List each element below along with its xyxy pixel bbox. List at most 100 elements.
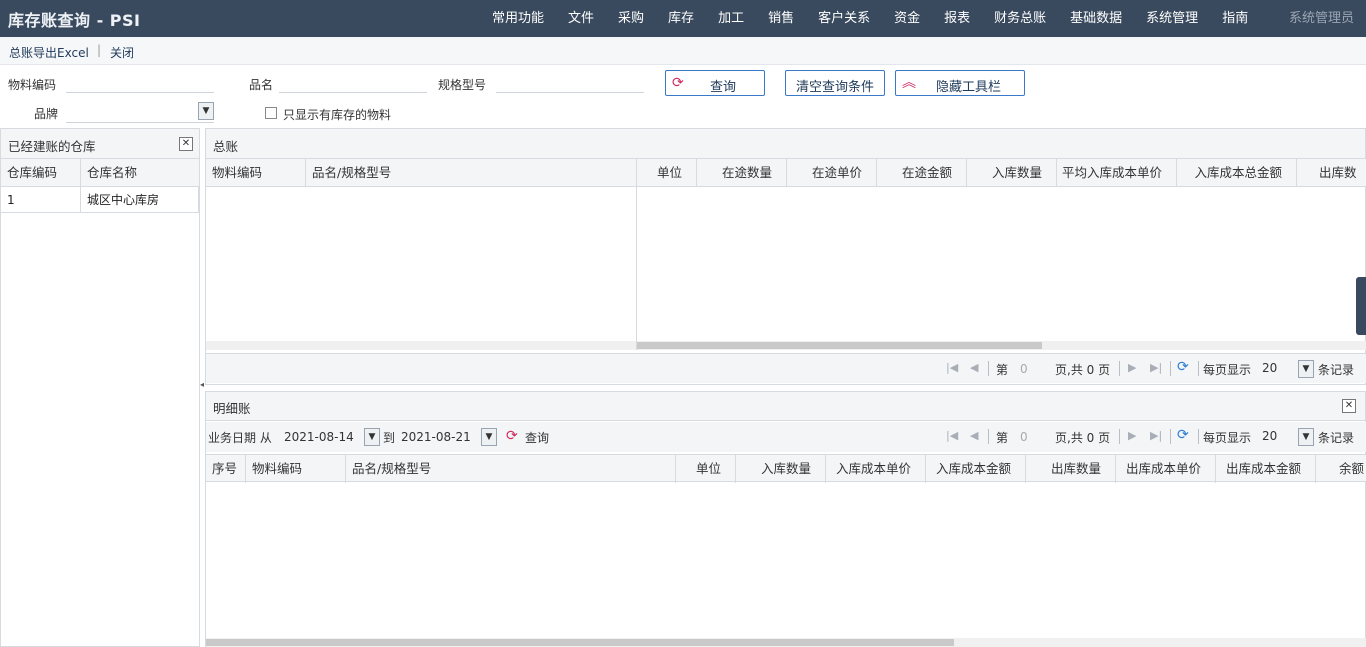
date-to-picker[interactable]: 2021-08-21 ▼ — [397, 426, 497, 448]
per-page-label: 每页显示 — [1203, 363, 1252, 377]
search-button[interactable]: ⟳ 查询 — [665, 70, 765, 96]
column-balance[interactable]: 余额 — [1316, 455, 1366, 483]
menu-item-file[interactable]: 文件 — [556, 0, 606, 37]
menu-item-common[interactable]: 常用功能 — [480, 0, 556, 37]
detail-search-label: 查询 — [525, 431, 550, 445]
column-out-qty[interactable]: 出库数量 — [1026, 455, 1116, 483]
page-number-input[interactable] — [1016, 360, 1046, 378]
column-transit-qty[interactable]: 在途数量 — [697, 159, 787, 187]
first-page-icon[interactable]: |◀ — [946, 361, 958, 374]
current-user[interactable]: 系统管理员 — [1289, 0, 1354, 37]
detail-scroll-thumb[interactable] — [206, 639, 954, 646]
column-transit-price[interactable]: 在途单价 — [787, 159, 877, 187]
column-transit-amount[interactable]: 在途金额 — [877, 159, 967, 187]
close-icon[interactable]: ✕ — [1342, 399, 1356, 413]
last-page-icon[interactable]: ▶| — [1150, 429, 1162, 442]
ledger-horizontal-scrollbar[interactable] — [637, 341, 1366, 350]
top-navigation-bar: 库存账查询 - PSI 常用功能 文件 采购 库存 加工 销售 客户关系 资金 … — [0, 0, 1366, 37]
column-warehouse-name[interactable]: 仓库名称 — [81, 159, 199, 187]
warehouse-panel: 已经建账的仓库 ✕ 仓库编码 仓库名称 1 城区中心库房 — [0, 128, 200, 647]
detail-horizontal-scrollbar[interactable] — [206, 638, 1366, 647]
records-label: 条记录 — [1318, 431, 1355, 445]
first-page-icon[interactable]: |◀ — [946, 429, 958, 442]
pager-separator — [1170, 429, 1171, 444]
column-in-qty[interactable]: 入库数量 — [736, 455, 826, 483]
column-avg-in-cost[interactable]: 平均入库成本单价 — [1057, 159, 1177, 187]
refresh-icon[interactable]: ⟳ — [1177, 427, 1189, 443]
menu-item-funds[interactable]: 资金 — [882, 0, 932, 37]
ledger-panel: 总账 物料编码 品名/规格型号 单位 在途数量 在途单价 在途金额 入库数量 平… — [205, 128, 1366, 385]
detail-grid-header: 序号 物料编码 品名/规格型号 单位 入库数量 入库成本单价 入库成本金额 出库… — [206, 454, 1366, 483]
detail-search-button[interactable]: ⟳ 查询 — [506, 426, 556, 448]
column-out-cost-amount[interactable]: 出库成本金额 — [1216, 455, 1316, 483]
action-bar: 总账导出Excel | 关闭 — [0, 37, 1366, 65]
per-page-select[interactable]: 20 ▼ — [1258, 427, 1314, 447]
brand-select[interactable]: ▼ — [66, 101, 214, 123]
page-number-input[interactable] — [1016, 428, 1046, 446]
column-out-unit-cost[interactable]: 出库成本单价 — [1116, 455, 1216, 483]
search-button-label: 查询 — [710, 80, 737, 95]
menu-item-sales[interactable]: 销售 — [756, 0, 806, 37]
pager-separator — [988, 429, 989, 444]
column-in-qty[interactable]: 入库数量 — [967, 159, 1057, 187]
per-page-select[interactable]: 20 ▼ — [1258, 359, 1314, 379]
clear-conditions-label: 清空查询条件 — [796, 80, 875, 95]
chevron-down-icon[interactable]: ▼ — [1298, 428, 1314, 446]
column-unit[interactable]: 单位 — [676, 455, 736, 483]
date-from-picker[interactable]: 2021-08-14 ▼ — [280, 426, 380, 448]
menu-item-processing[interactable]: 加工 — [706, 0, 756, 37]
column-in-unit-cost[interactable]: 入库成本单价 — [826, 455, 926, 483]
last-page-icon[interactable]: ▶| — [1150, 361, 1162, 374]
menu-item-system[interactable]: 系统管理 — [1134, 0, 1210, 37]
chevron-down-icon[interactable]: ▼ — [364, 428, 380, 446]
hide-toolbar-button[interactable]: ︽ 隐藏工具栏 — [895, 70, 1025, 96]
prev-page-icon[interactable]: ◀ — [970, 361, 978, 374]
column-seq[interactable]: 序号 — [206, 455, 246, 483]
column-in-cost-amount[interactable]: 入库成本金额 — [926, 455, 1026, 483]
chevron-down-icon[interactable]: ▼ — [481, 428, 497, 446]
pager-separator — [1198, 429, 1199, 444]
per-page-value: 20 — [1262, 429, 1278, 443]
chevron-down-icon[interactable]: ▼ — [1298, 360, 1314, 378]
ledger-grid-header: 物料编码 品名/规格型号 单位 在途数量 在途单价 在途金额 入库数量 平均入库… — [206, 159, 1366, 187]
records-label: 条记录 — [1318, 363, 1355, 377]
column-unit[interactable]: 单位 — [637, 159, 697, 187]
column-warehouse-code[interactable]: 仓库编码 — [1, 159, 81, 187]
only-stock-checkbox[interactable] — [265, 107, 277, 119]
next-page-icon[interactable]: ▶ — [1128, 361, 1136, 374]
menu-item-basic-data[interactable]: 基础数据 — [1058, 0, 1134, 37]
page-prefix: 第 — [996, 431, 1009, 445]
warehouse-grid-header: 仓库编码 仓库名称 — [1, 159, 199, 187]
material-code-input[interactable] — [66, 73, 214, 93]
column-out-qty[interactable]: 出库数 — [1297, 159, 1366, 187]
ledger-scroll-thumb[interactable] — [637, 342, 1042, 349]
column-name-spec[interactable]: 品名/规格型号 — [346, 455, 676, 483]
chevron-down-icon[interactable]: ▼ — [198, 102, 214, 120]
prev-page-icon[interactable]: ◀ — [970, 429, 978, 442]
refresh-icon: ⟳ — [506, 428, 518, 444]
menu-item-guide[interactable]: 指南 — [1210, 0, 1260, 37]
menu-item-reports[interactable]: 报表 — [932, 0, 982, 37]
column-name-spec[interactable]: 品名/规格型号 — [306, 159, 637, 187]
product-name-input[interactable] — [279, 73, 427, 93]
menu-item-purchase[interactable]: 采购 — [606, 0, 656, 37]
close-icon[interactable]: ✕ — [179, 137, 193, 151]
ledger-frozen-scrollbar[interactable] — [206, 341, 636, 350]
next-page-icon[interactable]: ▶ — [1128, 429, 1136, 442]
material-code-label: 物料编码 — [8, 78, 57, 92]
page-total-text: 页,共 0 页 — [1055, 431, 1111, 445]
menu-item-crm[interactable]: 客户关系 — [806, 0, 882, 37]
refresh-icon[interactable]: ⟳ — [1177, 359, 1189, 375]
close-link[interactable]: 关闭 — [110, 44, 134, 61]
pager-separator — [1119, 429, 1120, 444]
menu-item-inventory[interactable]: 库存 — [656, 0, 706, 37]
side-panel-handle[interactable] — [1356, 277, 1366, 335]
column-material-code[interactable]: 物料编码 — [246, 455, 346, 483]
spec-input[interactable] — [496, 73, 644, 93]
ledger-panel-header: 总账 — [206, 129, 1365, 159]
clear-conditions-button[interactable]: 清空查询条件 — [785, 70, 885, 96]
export-excel-link[interactable]: 总账导出Excel — [9, 44, 89, 61]
column-in-total-cost[interactable]: 入库成本总金额 — [1177, 159, 1297, 187]
column-material-code[interactable]: 物料编码 — [206, 159, 306, 187]
menu-item-general-ledger[interactable]: 财务总账 — [982, 0, 1058, 37]
